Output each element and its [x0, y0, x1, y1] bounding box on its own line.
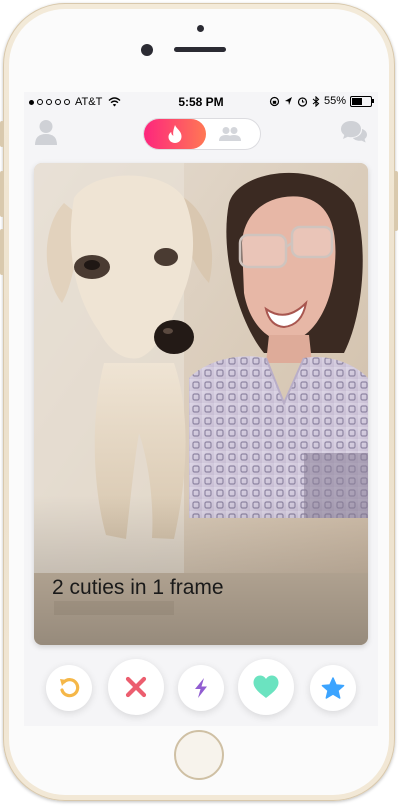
person-icon — [35, 120, 57, 145]
alarm-icon — [297, 96, 308, 107]
boost-button[interactable] — [178, 665, 224, 711]
group-icon[interactable] — [218, 126, 242, 142]
card-caption: 2 cuties in 1 frame — [52, 576, 224, 599]
battery-level — [352, 97, 362, 105]
front-camera — [141, 44, 153, 56]
caption-gradient — [34, 495, 368, 645]
battery-icon — [350, 95, 374, 107]
profile-card[interactable]: 2 cuties in 1 frame — [34, 163, 368, 645]
power-button — [394, 171, 398, 231]
location-icon — [284, 96, 292, 105]
rewind-icon — [60, 678, 80, 698]
messages-button[interactable] — [340, 120, 368, 144]
home-button[interactable] — [174, 730, 224, 780]
action-bar — [24, 657, 378, 717]
profile-button[interactable] — [34, 119, 58, 145]
app-screen: AT&T 5:58 PM 55% 2 cuties in 1 frame — [24, 92, 378, 726]
rotation-lock-icon — [269, 96, 280, 106]
mode-toggle[interactable] — [143, 118, 261, 150]
flame-icon — [168, 125, 182, 143]
heart-icon — [253, 675, 279, 698]
rewind-button[interactable] — [46, 665, 92, 711]
top-nav — [24, 112, 378, 154]
battery-percent: 55% — [323, 95, 346, 107]
proximity-sensor — [197, 25, 204, 32]
status-bar: AT&T 5:58 PM 55% — [24, 92, 378, 112]
mute-switch — [0, 121, 4, 147]
bluetooth-icon — [312, 95, 320, 107]
tab-dating[interactable] — [144, 119, 206, 149]
volume-up-button — [0, 171, 4, 217]
super-like-button[interactable] — [310, 665, 356, 711]
x-icon — [125, 676, 147, 698]
nope-button[interactable] — [108, 659, 164, 715]
status-right: 55% — [269, 95, 374, 107]
like-button[interactable] — [238, 659, 294, 715]
star-icon — [321, 676, 345, 699]
lightning-icon — [195, 678, 207, 698]
earpiece-speaker — [174, 47, 226, 52]
chat-bubbles-icon — [341, 121, 367, 143]
volume-down-button — [0, 229, 4, 275]
